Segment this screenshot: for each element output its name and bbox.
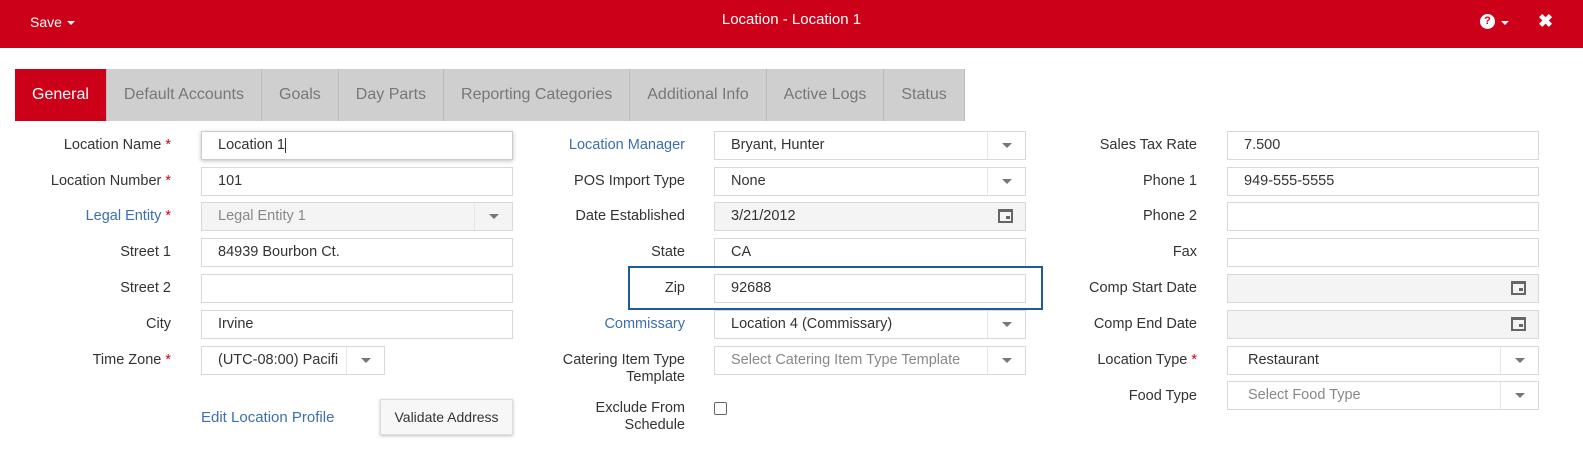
chevron-down-icon: [346, 347, 384, 374]
top-bar: Save Location - Location 1 ? ✖: [0, 0, 1583, 48]
chevron-down-icon: [1501, 20, 1509, 25]
help-button[interactable]: ?: [1480, 14, 1509, 29]
zip-field[interactable]: 92688: [714, 274, 1026, 303]
location-number-label: Location Number *: [50, 173, 171, 189]
phone1-label: Phone 1: [1142, 173, 1197, 189]
validate-address-button[interactable]: Validate Address: [380, 399, 513, 435]
state-field[interactable]: CA: [714, 238, 1026, 267]
commissary-label[interactable]: Commissary: [604, 316, 685, 332]
commissary-select[interactable]: Location 4 (Commissary): [714, 310, 1026, 339]
chevron-down-icon: [987, 132, 1025, 159]
chevron-down-icon: [1500, 382, 1538, 409]
city-field[interactable]: Irvine: [201, 310, 513, 339]
sales-tax-rate-label: Sales Tax Rate: [1099, 137, 1197, 153]
comp-start-date-label: Comp Start Date: [1089, 280, 1197, 296]
tab-goals[interactable]: Goals: [262, 69, 339, 121]
location-number-field[interactable]: 101: [201, 167, 513, 196]
location-type-select[interactable]: Restaurant: [1227, 346, 1539, 375]
tab-active-logs[interactable]: Active Logs: [766, 69, 885, 121]
legal-entity-select: Legal Entity 1: [201, 202, 513, 231]
phone2-label: Phone 2: [1142, 208, 1197, 224]
chevron-down-icon: [987, 311, 1025, 338]
tab-day-parts[interactable]: Day Parts: [338, 69, 445, 121]
date-established-field[interactable]: 3/21/2012: [714, 202, 1026, 231]
location-manager-select[interactable]: Bryant, Hunter: [714, 131, 1026, 160]
help-icon: ?: [1480, 14, 1495, 29]
calendar-icon[interactable]: [1511, 281, 1526, 295]
fax-label: Fax: [1172, 244, 1197, 260]
food-type-select[interactable]: Select Food Type: [1227, 381, 1539, 410]
chevron-down-icon: [474, 203, 512, 230]
page-title: Location - Location 1: [721, 11, 862, 28]
catering-template-select[interactable]: Select Catering Item Type Template: [714, 346, 1026, 375]
food-type-label: Food Type: [1128, 388, 1197, 404]
calendar-icon[interactable]: [998, 209, 1013, 223]
city-label: City: [146, 316, 171, 332]
chevron-down-icon: [987, 168, 1025, 195]
tab-status[interactable]: Status: [884, 69, 965, 121]
comp-start-date-field[interactable]: [1227, 274, 1539, 303]
tab-default-accounts[interactable]: Default Accounts: [106, 69, 262, 121]
location-name-label: Location Name *: [63, 137, 171, 153]
time-zone-label: Time Zone *: [92, 352, 171, 368]
pos-import-type-label: POS Import Type: [574, 173, 685, 189]
location-manager-label[interactable]: Location Manager: [569, 137, 685, 153]
edit-location-profile-link[interactable]: Edit Location Profile: [201, 409, 334, 426]
time-zone-select[interactable]: (UTC-08:00) Pacifi: [201, 346, 385, 375]
date-established-label: Date Established: [575, 208, 685, 224]
sales-tax-rate-field[interactable]: 7.500: [1227, 131, 1539, 160]
street1-field[interactable]: 84939 Bourbon Ct.: [201, 238, 513, 267]
street2-label: Street 2: [120, 280, 171, 296]
comp-end-date-field[interactable]: [1227, 310, 1539, 339]
chevron-down-icon: [987, 347, 1025, 374]
tab-additional-info[interactable]: Additional Info: [630, 69, 767, 121]
tab-reporting-categories[interactable]: Reporting Categories: [444, 69, 631, 121]
tab-bar: General Default Accounts Goals Day Parts…: [15, 69, 965, 121]
catering-template-label: Catering Item Type Template: [562, 352, 685, 385]
state-label: State: [651, 244, 685, 260]
pos-import-type-select[interactable]: None: [714, 167, 1026, 196]
exclude-schedule-label: Exclude From Schedule: [595, 400, 685, 433]
exclude-schedule-checkbox[interactable]: [714, 402, 727, 415]
zip-label: Zip: [664, 280, 685, 296]
location-name-field[interactable]: Location 1: [201, 131, 513, 160]
street1-label: Street 1: [120, 244, 171, 260]
close-icon[interactable]: ✖: [1538, 11, 1553, 32]
phone2-field[interactable]: [1227, 202, 1539, 231]
fax-field[interactable]: [1227, 238, 1539, 267]
legal-entity-label[interactable]: Legal Entity *: [86, 208, 171, 224]
location-type-label: Location Type *: [1097, 352, 1197, 368]
tab-general[interactable]: General: [15, 69, 107, 121]
calendar-icon[interactable]: [1511, 317, 1526, 331]
phone1-field[interactable]: 949-555-5555: [1227, 167, 1539, 196]
street2-field[interactable]: [201, 274, 513, 303]
chevron-down-icon: [1500, 347, 1538, 374]
comp-end-date-label: Comp End Date: [1093, 316, 1197, 332]
